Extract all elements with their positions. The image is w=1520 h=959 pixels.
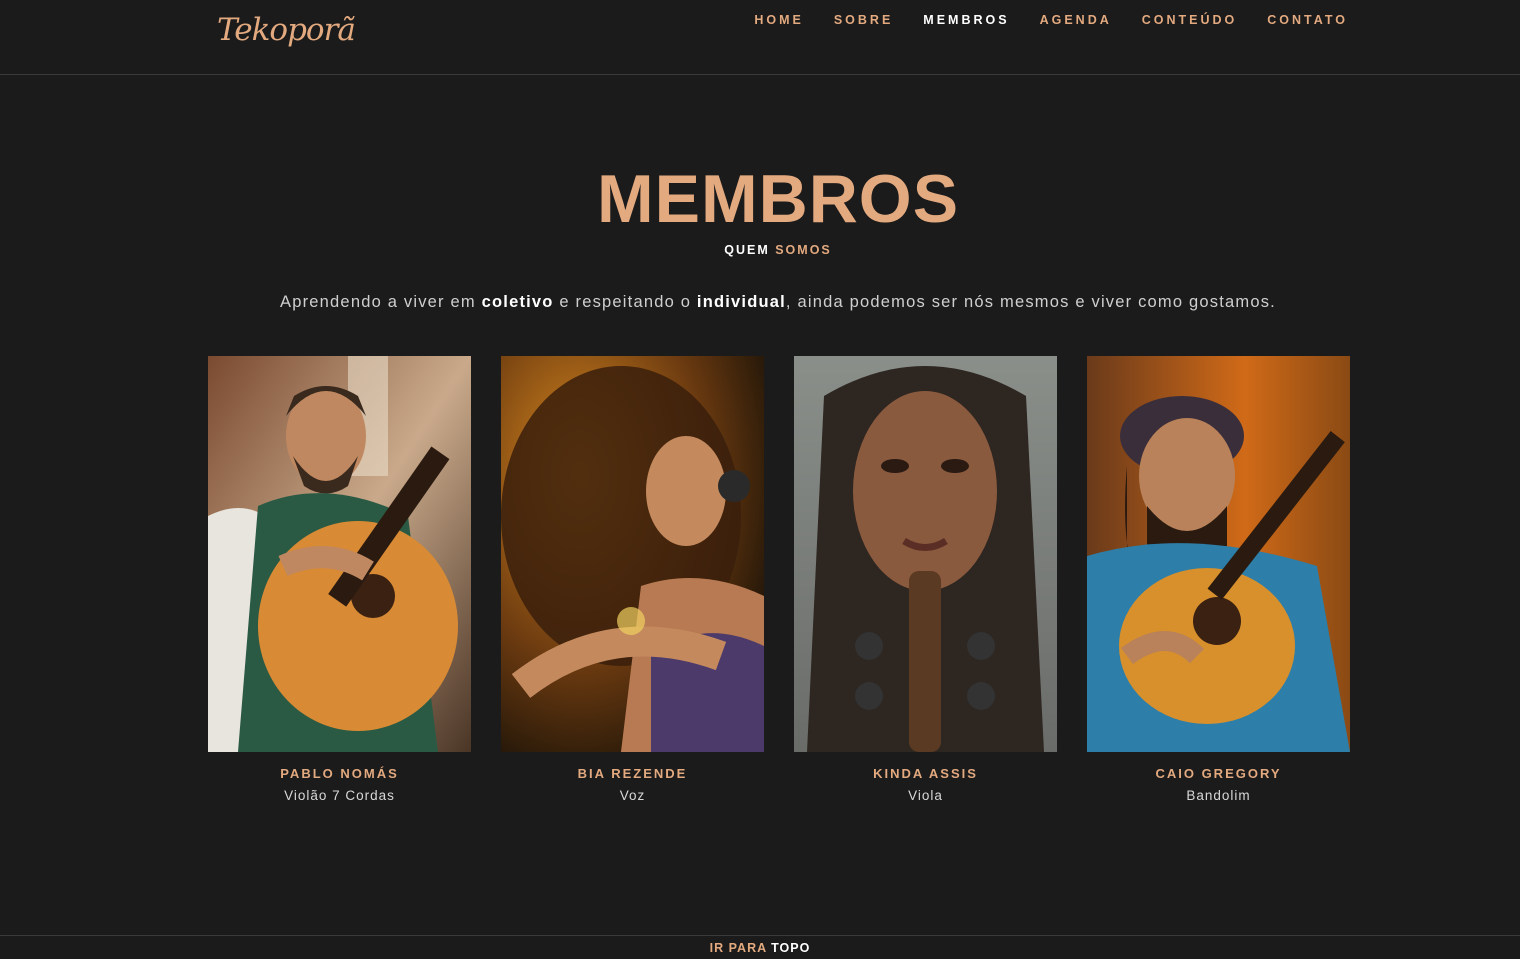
logo[interactable]: Tekoporã [217, 12, 356, 48]
intro-text: Aprendendo a viver em coletivo e respeit… [0, 293, 1520, 312]
mandolin-player-photo [1087, 356, 1350, 752]
site-header: Tekoporã HOME SOBRE MEMBROS AGENDA CONTE… [0, 0, 1520, 75]
subtitle-part2: SOMOS [775, 243, 832, 257]
intro-b2: individual [696, 293, 786, 311]
nav-home[interactable]: HOME [754, 13, 804, 27]
member-role: Voz [619, 788, 646, 803]
members-grid: PABLO NOMÁS Violão 7 Cordas BIA REZENDE … [208, 356, 1350, 803]
back-to-top-part1[interactable]: IR PARA [710, 941, 767, 955]
member-name: PABLO NOMÁS [280, 766, 399, 781]
subtitle-part1: QUEM [724, 243, 770, 257]
member-card: PABLO NOMÁS Violão 7 Cordas [208, 356, 471, 803]
page-subtitle: QUEM SOMOS [0, 243, 1520, 257]
intro-b1: coletivo [481, 293, 554, 311]
member-card: KINDA ASSIS Viola [794, 356, 1057, 803]
member-name: BIA REZENDE [577, 766, 688, 781]
nav-conteudo[interactable]: CONTEÚDO [1142, 13, 1238, 27]
member-role: Violão 7 Cordas [284, 788, 395, 803]
nav-membros[interactable]: MEMBROS [923, 13, 1009, 27]
main-nav: HOME SOBRE MEMBROS AGENDA CONTEÚDO CONTA… [754, 13, 1348, 27]
member-role: Viola [908, 788, 943, 803]
member-name: CAIO GREGORY [1155, 766, 1282, 781]
back-to-top-part2[interactable]: TOPO [771, 941, 810, 955]
member-name: KINDA ASSIS [873, 766, 978, 781]
page-title: MEMBROS [596, 161, 960, 237]
member-role: Bandolim [1186, 788, 1251, 803]
nav-contato[interactable]: CONTATO [1267, 13, 1348, 27]
intro-t2: e respeitando o [553, 293, 697, 311]
intro-t1: Aprendendo a viver em [280, 293, 482, 311]
guitarist-photo [208, 356, 471, 752]
nav-sobre[interactable]: SOBRE [834, 13, 893, 27]
viola-player-photo [794, 356, 1057, 752]
singer-photo [501, 356, 764, 752]
member-card: CAIO GREGORY Bandolim [1087, 356, 1350, 803]
intro-t3: , ainda podemos ser nós mesmos e viver c… [785, 293, 1276, 311]
nav-agenda[interactable]: AGENDA [1040, 13, 1112, 27]
member-card: BIA REZENDE Voz [501, 356, 764, 803]
back-to-top[interactable]: IR PARA TOPO [0, 935, 1520, 959]
